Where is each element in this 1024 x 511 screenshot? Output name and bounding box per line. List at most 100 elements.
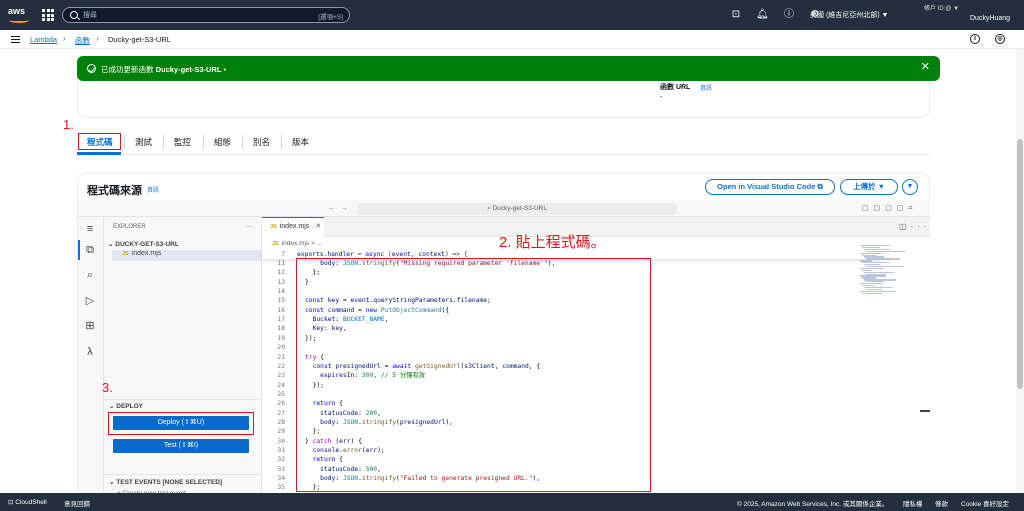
tab-versions[interactable]: 版本: [292, 136, 309, 148]
search-shortcut: [選項+S]: [318, 14, 343, 21]
search-icon: [70, 11, 78, 19]
annotation-box-code-tab: [78, 133, 121, 150]
line-number: 11: [277, 260, 285, 267]
minimap[interactable]: [860, 245, 910, 295]
aws-logo[interactable]: aws: [8, 6, 30, 24]
active-tab-indicator: [77, 152, 121, 155]
cookie-preferences-link[interactable]: Cookie 喜好設定: [961, 498, 1009, 508]
cloudshell-icon[interactable]: ⊡: [730, 9, 742, 21]
chevron-right-icon: ›: [96, 34, 99, 43]
annotation-box-deploy: [108, 412, 254, 435]
chevron-right-icon: ›: [63, 34, 66, 43]
files-icon[interactable]: ⧉: [83, 243, 97, 257]
page-scrollbar[interactable]: [1016, 49, 1024, 493]
search-icon[interactable]: ⌕: [83, 268, 97, 282]
line-number: 31: [277, 447, 285, 454]
bell-icon[interactable]: 🔔︎: [756, 9, 769, 21]
function-tabs: 程式碼 測試 監控 組態 別名 版本: [77, 131, 930, 155]
code-source-info-link[interactable]: 資訊: [147, 185, 159, 194]
aws-logo-text: aws: [8, 6, 26, 16]
chevron-down-icon[interactable]: ▼: [902, 179, 918, 195]
flash-message: 已成功更新函數 Ducky-get-S3-URL •: [101, 65, 227, 74]
breadcrumb-functions[interactable]: 函數: [75, 35, 90, 46]
account-name[interactable]: DuckyHuang: [970, 15, 1010, 22]
line-number: 24: [277, 381, 285, 389]
upload-from-button[interactable]: 上傳於 ▼: [840, 179, 898, 195]
line-number: 30: [277, 437, 285, 445]
annotation-box-code: [296, 258, 651, 492]
line-number: 20: [277, 344, 285, 352]
settings-icon[interactable]: ◎: [995, 34, 1005, 44]
js-file-icon: JS: [270, 224, 277, 230]
feedback-link[interactable]: 意見回饋: [64, 498, 90, 508]
line-number: 29: [277, 428, 285, 436]
region-selector[interactable]: 美國 (維吉尼亞州北部) ▼: [810, 10, 888, 20]
tab-configuration[interactable]: 組態: [214, 136, 231, 148]
annotation-step-2: 2. 貼上程式碼。: [499, 234, 606, 251]
line-number: 17: [277, 316, 285, 324]
nav-arrows-icon[interactable]: ← →: [328, 203, 348, 212]
tab-monitor[interactable]: 監控: [174, 136, 191, 148]
breadcrumb-current: Ducky-get-S3-URL: [108, 35, 171, 44]
function-url-value: -: [660, 94, 663, 101]
line-number: 21: [277, 353, 285, 361]
layout-toggle-icons[interactable]: ▢▢▢▢⌗: [862, 204, 917, 213]
annotation-step-1: 1.: [63, 117, 74, 132]
privacy-link[interactable]: 隱私權: [903, 498, 923, 508]
code-source-title: 程式碼來源: [87, 185, 142, 197]
tab-aliases[interactable]: 別名: [253, 136, 270, 148]
help-icon[interactable]: ⓘ: [783, 9, 795, 21]
activity-bar: [78, 217, 104, 502]
extensions-icon[interactable]: ⊞: [83, 319, 97, 333]
run-debug-icon[interactable]: ▷: [83, 294, 97, 308]
info-icon[interactable]: i: [970, 34, 980, 44]
more-icon[interactable]: ···: [245, 222, 253, 231]
ide-command-center[interactable]: ⌕ Ducky-get-S3-URL: [357, 203, 677, 215]
line-number: 27: [277, 409, 285, 417]
search-input[interactable]: [83, 10, 283, 21]
function-url-info-link[interactable]: 資訊: [700, 83, 712, 92]
annotation-step-3: 3.: [102, 380, 113, 395]
line-number: 23: [277, 372, 285, 380]
line-number: 32: [277, 456, 285, 464]
cloudshell-button[interactable]: ⊡ CloudShell: [8, 498, 47, 506]
explorer-file-index[interactable]: JS index.mjs: [112, 250, 262, 261]
external-link-icon: ⧉: [817, 182, 823, 191]
explorer-folder[interactable]: ⌄ DUCKY-GET-S3-URL: [108, 240, 179, 248]
line-number: 25: [277, 390, 285, 398]
line-number: 19: [277, 334, 285, 342]
search-bar[interactable]: [選項+S]: [62, 7, 350, 23]
line-number: 12: [277, 269, 285, 277]
test-button[interactable]: Test (⇧⌘I): [113, 439, 249, 453]
success-flashbar: 已成功更新函數 Ducky-get-S3-URL • ✕: [77, 56, 940, 81]
tab-test[interactable]: 測試: [135, 136, 152, 148]
js-file-icon: JS: [272, 241, 279, 247]
line-number: 28: [277, 418, 285, 426]
check-circle-icon: [87, 64, 96, 73]
menu-icon[interactable]: [11, 36, 20, 43]
terms-link[interactable]: 條款: [935, 498, 948, 508]
line-number: 35: [277, 484, 285, 492]
editor-tab-index[interactable]: JS index.mjs ✕: [262, 217, 324, 237]
line-number: 26: [277, 400, 285, 408]
explorer-title: EXPLORER: [113, 224, 146, 230]
footer: ⊡ CloudShell 意見回饋 © 2025, Amazon Web Ser…: [0, 493, 1024, 511]
open-vscode-button[interactable]: Open in Visual Studio Code ⧉: [705, 179, 835, 195]
function-url-label: 函數 URL: [660, 84, 691, 91]
account-id[interactable]: 帳戶 ID:@ ▼: [924, 3, 959, 12]
lambda-icon[interactable]: λ: [83, 345, 97, 359]
split-editor-icon[interactable]: ◫···: [899, 222, 931, 231]
breadcrumb-bar: Lambda › 函數 › Ducky-get-S3-URL i ◎: [0, 30, 1024, 49]
editor-breadcrumb[interactable]: JS index.mjs > ...: [272, 240, 322, 247]
line-number: 34: [277, 475, 285, 483]
breadcrumb-lambda[interactable]: Lambda: [30, 35, 57, 44]
js-file-icon: JS: [122, 251, 129, 257]
menu-icon[interactable]: ≡: [83, 222, 97, 236]
services-menu-icon[interactable]: [42, 9, 54, 21]
close-icon[interactable]: ✕: [921, 62, 930, 73]
deploy-section-header[interactable]: ⌄ DEPLOY: [104, 399, 262, 410]
close-icon[interactable]: ✕: [315, 223, 321, 230]
top-navigation: aws [選項+S] ⊡ 🔔︎ ⓘ ⚙ 美國 (維吉尼亞州北部) ▼ 帳戶 ID…: [0, 0, 1024, 30]
line-number: 18: [277, 325, 285, 333]
line-number: 22: [277, 362, 285, 370]
